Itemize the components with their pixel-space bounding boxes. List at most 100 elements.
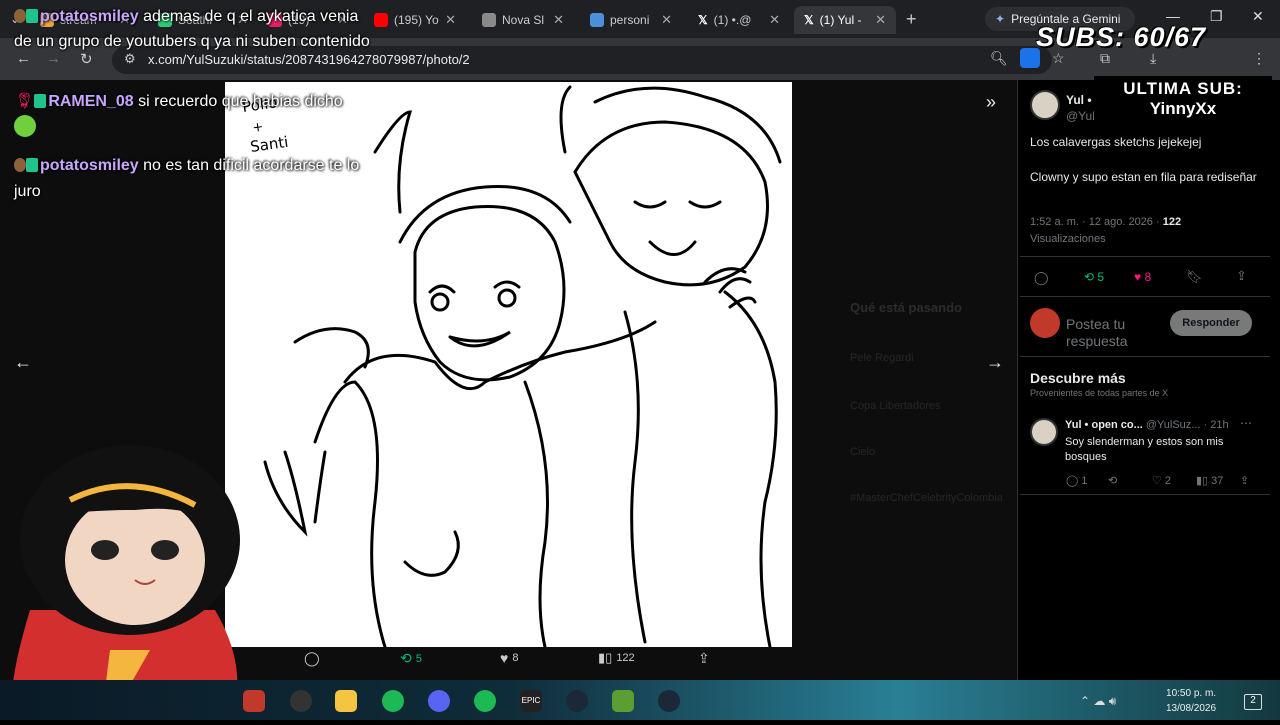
share-button[interactable]: ⇪: [698, 650, 710, 667]
post-text-line2: Clowny y supo estan en fila para rediseñ…: [1030, 170, 1257, 184]
views-button[interactable]: ▮▯ 37: [1196, 474, 1223, 487]
trending-title: Qué está pasando: [850, 300, 962, 315]
share-icon[interactable]: ⇪: [1236, 268, 1247, 284]
next-image-arrow[interactable]: →: [986, 352, 1004, 373]
trending-item: Copa Libertadores: [850, 400, 941, 412]
chat-message: potatosmiley ademas de q el aykatica ven…: [14, 4, 374, 54]
cube-icon: [482, 13, 496, 27]
heart-icon: ♥: [500, 650, 509, 666]
moderator-badge: [14, 9, 26, 23]
avatar[interactable]: [1030, 90, 1060, 120]
avatar[interactable]: [1030, 418, 1058, 446]
spotify-icon[interactable]: [474, 690, 496, 712]
chat-username: RAMEN_08: [48, 93, 134, 110]
system-tray-icon[interactable]: ⌃ ☁ 🔊︎: [1080, 694, 1116, 709]
reply-input[interactable]: Postea tu respuesta: [1066, 316, 1166, 350]
views-icon: ▮▯: [598, 650, 613, 665]
folder-icon[interactable]: [335, 690, 357, 712]
chat-message: potatosmiley no es tan dificil acordarse…: [14, 153, 374, 205]
like-button[interactable]: ♡ 2: [1152, 474, 1171, 487]
discover-subtitle: Provenientes de todas partes de X: [1030, 388, 1169, 398]
green-emote-icon: [14, 115, 36, 137]
moderator-badge: [14, 158, 26, 172]
divider: [1020, 356, 1270, 357]
clock[interactable]: 10:50 p. m. 13/08/2026: [1166, 686, 1216, 716]
app-icon[interactable]: [243, 690, 265, 712]
repost-icon[interactable]: ⟲: [1108, 474, 1117, 487]
discord-icon[interactable]: [428, 690, 450, 712]
chat-username: potatosmiley: [40, 8, 139, 25]
close-icon[interactable]: ✕: [875, 12, 886, 28]
tab-youtube[interactable]: (195) Yo ✕: [364, 6, 466, 34]
new-tab-button[interactable]: +: [906, 9, 917, 30]
share-icon: ⇪: [698, 650, 710, 666]
discover-item-text: Soy slenderman y estos son mis bosques: [1065, 436, 1224, 463]
chat-badge-icon: [26, 158, 38, 172]
subs-counter: SUBS: 60/67: [1036, 22, 1207, 52]
chat-username: potatosmiley: [40, 157, 139, 174]
reply-button[interactable]: ◯: [304, 650, 324, 667]
post-handle[interactable]: @Yul: [1066, 108, 1095, 125]
prev-image-arrow[interactable]: ←: [14, 352, 32, 373]
close-icon[interactable]: ✕: [553, 12, 564, 28]
chat-badge-icon: [26, 9, 38, 23]
zoom-icon[interactable]: 🔍︎: [990, 50, 1008, 67]
steam-icon[interactable]: [566, 690, 588, 712]
close-icon[interactable]: ✕: [445, 12, 456, 28]
gemini-icon: ✦: [995, 12, 1006, 26]
repost-button[interactable]: ⟲ 5: [400, 650, 422, 667]
chat-text: si recuerdo que habias dicho: [138, 93, 343, 110]
last-sub-name: YinnyXx: [1149, 99, 1217, 118]
trending-item: Pele Regardi: [850, 352, 914, 364]
views-button[interactable]: ▮▯ 122: [598, 650, 635, 666]
last-sub-title: ULTIMA SUB:: [1123, 79, 1243, 98]
chrome-icon[interactable]: [290, 690, 312, 712]
tab-favicon: [590, 13, 604, 27]
trending-item: Cielo: [850, 446, 876, 458]
avatar: [1030, 308, 1060, 338]
post-author[interactable]: Yul •: [1066, 92, 1092, 109]
tab-x-active[interactable]: 𝕏 (1) Yul - ✕: [794, 6, 896, 34]
tab-personi[interactable]: personi ✕: [580, 6, 682, 34]
repost-icon: ⟲: [400, 650, 412, 666]
rose-icon: 🌹︎: [14, 93, 35, 110]
chat-message: 🌹︎ RAMEN_08 si recuerdo que habias dicho: [14, 89, 364, 141]
share-icon[interactable]: ⇪: [1240, 474, 1249, 487]
reply-button[interactable]: ◯ 1: [1066, 474, 1088, 487]
last-sub-box: ULTIMA SUB: YinnyXx: [1094, 76, 1272, 128]
maximize-icon[interactable]: ❐: [1210, 8, 1223, 25]
vtuber-avatar: [0, 420, 250, 720]
repost-button[interactable]: ⟲ 5: [1084, 270, 1104, 284]
more-icon[interactable]: ⋯: [1240, 416, 1252, 430]
reply-icon: ◯: [304, 650, 320, 666]
discover-title: Descubre más: [1030, 370, 1126, 386]
epic-games-icon[interactable]: EPIC: [520, 690, 542, 712]
x-logo-icon: 𝕏: [698, 13, 708, 27]
like-button[interactable]: ♥ 8: [1134, 270, 1151, 284]
divider: [1020, 256, 1270, 257]
post-text-line1: Los calavergas sketchs jejekejej: [1030, 135, 1202, 149]
post-timestamp: 1:52 a. m. · 12 ago. 2026 · 122: [1030, 216, 1182, 228]
menu-kebab-icon[interactable]: ⋮: [1252, 50, 1266, 67]
close-icon[interactable]: ✕: [769, 12, 780, 28]
chat-badge-icon: [34, 94, 47, 108]
tab-nova[interactable]: Nova Sl ✕: [472, 6, 574, 34]
x-logo-icon: 𝕏: [804, 13, 814, 27]
reply-submit-button[interactable]: Responder: [1170, 310, 1252, 336]
views-label: Visualizaciones: [1030, 233, 1106, 245]
close-icon[interactable]: ✕: [661, 12, 672, 28]
steam-icon[interactable]: [658, 690, 680, 712]
window-close-icon[interactable]: ✕: [1252, 8, 1264, 25]
tab-x-1[interactable]: 𝕏 (1) •.@ ✕: [688, 6, 790, 34]
reply-icon[interactable]: ◯: [1034, 270, 1049, 286]
collapse-panel-icon[interactable]: »: [986, 92, 996, 113]
notification-icon[interactable]: 2: [1244, 694, 1262, 710]
divider: [1020, 296, 1270, 297]
like-button[interactable]: ♥ 8: [500, 650, 518, 666]
discover-item-header[interactable]: Yul • open co... @YulSuz... · 21h: [1065, 419, 1229, 431]
divider: [1020, 494, 1270, 495]
xbox-icon[interactable]: [382, 690, 404, 712]
bookmark-icon[interactable]: 🔖︎: [1186, 269, 1203, 285]
youtube-icon: [374, 13, 388, 27]
minecraft-icon[interactable]: [612, 690, 634, 712]
